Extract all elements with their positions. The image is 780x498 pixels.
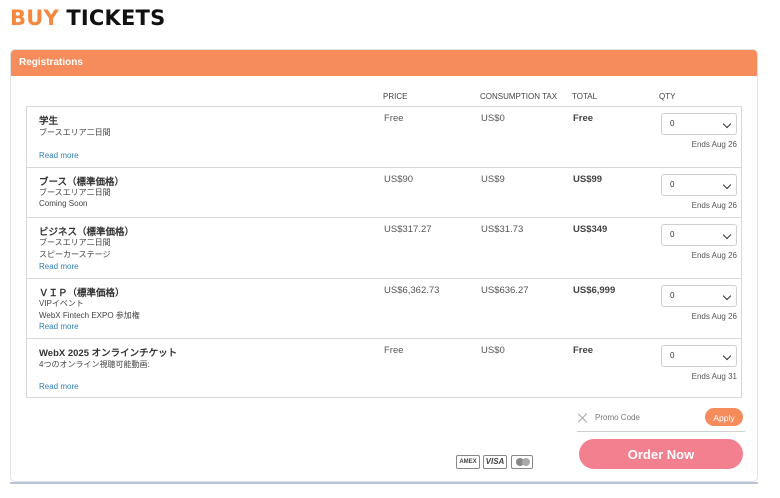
ticket-description: VIPイベント [39,299,84,308]
ticket-ends-date: Ends Aug 26 [691,140,737,149]
ticket-row: ビジネス（標準価格） ブースエリア二日間 スピーカーステージ Read more… [27,218,741,279]
apply-button[interactable]: Apply [705,408,743,426]
quantity-value: 0 [670,291,675,300]
chevron-down-icon [722,351,732,361]
ticket-ends-date: Ends Aug 26 [691,251,737,260]
ticket-description: ブースエリア二日間 [39,238,111,247]
ticket-name: ブース（標準価格） [39,177,125,188]
ticket-ends-date: Ends Aug 26 [691,201,737,210]
ticket-name: ビジネス（標準価格） [39,227,135,238]
promo-code-field[interactable]: Promo Code Apply [577,407,745,432]
ticket-total: Free [573,345,594,356]
ticket-description: ブースエリア二日間 [39,188,111,197]
read-more-link[interactable]: Read more [39,322,79,331]
ticket-row: ＶＩＰ（標準価格） VIPイベント WebX Fintech EXPO 参加権 … [27,279,741,339]
read-more-link[interactable]: Read more [39,382,79,391]
quantity-value: 0 [670,119,675,128]
column-header-total: TOTAL [572,92,598,101]
ticket-tax: US$636.27 [481,285,529,296]
order-now-button[interactable]: Order Now [579,439,743,469]
mastercard-icon [511,455,533,469]
quantity-select[interactable]: 0 [661,345,737,367]
ticket-price: US$6,362.73 [384,285,440,296]
page-title-buy: BUY [10,6,59,30]
ticket-row: WebX 2025 オンラインチケット 4つのオンライン視聴可能動画: Read… [27,339,741,397]
panel-header: Registrations [11,50,757,76]
column-header-price: PRICE [383,92,408,101]
visa-icon: VISA [483,455,507,469]
ticket-total: US$349 [573,224,608,235]
quantity-value: 0 [670,230,675,239]
quantity-value: 0 [670,351,675,360]
ticket-total: US$6,999 [573,285,616,296]
ticket-description-2: スピーカーステージ [39,250,111,259]
ticket-price: Free [384,113,404,124]
ticket-tax: US$0 [481,113,505,124]
chevron-down-icon [722,291,732,301]
column-header-qty: QTY [659,92,676,101]
ticket-total: Free [573,113,594,124]
chevron-down-icon [722,119,732,129]
ticket-tax: US$0 [481,345,505,356]
ticket-description-2: WebX Fintech EXPO 参加権 [39,311,140,320]
ticket-row: ブース（標準価格） ブースエリア二日間 Coming Soon US$90 US… [27,168,741,218]
read-more-link[interactable]: Read more [39,262,79,271]
close-icon[interactable] [577,412,589,424]
ticket-name: ＶＩＰ（標準価格） [39,288,125,299]
ticket-tax: US$31.73 [481,224,524,235]
quantity-select[interactable]: 0 [661,224,737,246]
ticket-price: Free [384,345,404,356]
ticket-name: WebX 2025 オンラインチケット [39,348,178,359]
promo-code-label: Promo Code [595,413,640,422]
divider [10,482,758,484]
quantity-select[interactable]: 0 [661,174,737,196]
ticket-description: 4つのオンライン視聴可能動画: [39,360,150,369]
ticket-description: ブースエリア二日間 [39,128,111,137]
tickets-table: 学生 ブースエリア二日間 Read more Free US$0 Free 0 … [26,106,742,398]
ticket-name: 学生 [39,116,59,127]
column-header-tax: CONSUMPTION TAX [480,92,558,101]
ticket-ends-date: Ends Aug 26 [691,312,737,321]
registrations-panel: Registrations PRICE CONSUMPTION TAX TOTA… [10,49,758,482]
amex-icon: AMEX [456,455,480,469]
chevron-down-icon [722,180,732,190]
page-title-tickets: TICKETS [66,6,166,30]
ticket-ends-date: Ends Aug 31 [691,372,737,381]
read-more-link[interactable]: Read more [39,151,79,160]
ticket-price: US$317.27 [384,224,432,235]
quantity-select[interactable]: 0 [661,285,737,307]
ticket-tax: US$9 [481,174,505,185]
ticket-total: US$99 [573,174,603,185]
page-title: BUY TICKETS [10,6,165,30]
quantity-select[interactable]: 0 [661,113,737,135]
chevron-down-icon [722,230,732,240]
ticket-description-2: Coming Soon [39,199,88,208]
quantity-value: 0 [670,180,675,189]
ticket-row: 学生 ブースエリア二日間 Read more Free US$0 Free 0 … [27,107,741,168]
ticket-price: US$90 [384,174,414,185]
